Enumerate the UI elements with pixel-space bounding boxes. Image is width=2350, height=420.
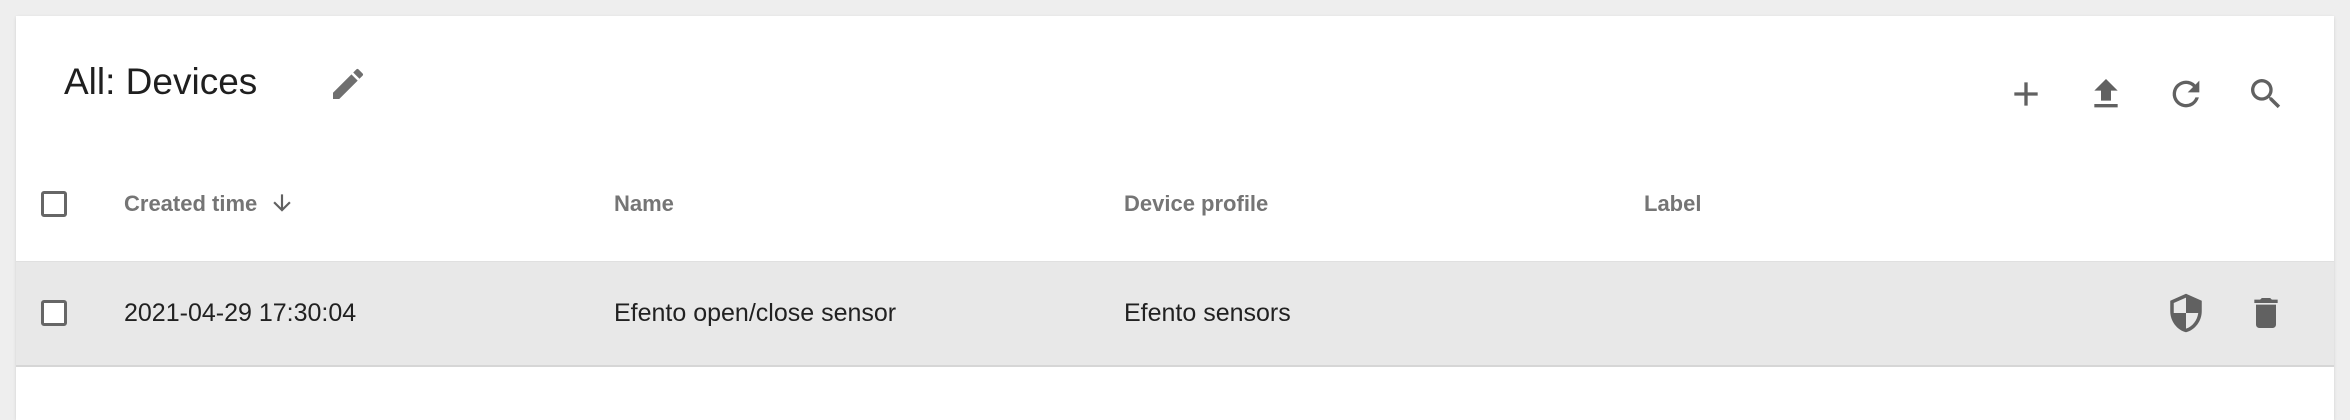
devices-card: All: Devices Created time Name Device pr… bbox=[16, 16, 2334, 420]
import-device-button[interactable] bbox=[2082, 70, 2130, 118]
column-header-name[interactable]: Name bbox=[614, 146, 674, 261]
table-row[interactable]: 2021-04-29 17:30:04 Efento open/close se… bbox=[16, 262, 2334, 367]
column-header-label: Created time bbox=[124, 191, 258, 216]
add-icon bbox=[2014, 82, 2038, 106]
add-device-button[interactable] bbox=[2002, 70, 2050, 118]
table-header: Created time Name Device profile Label bbox=[16, 146, 2334, 262]
search-button[interactable] bbox=[2242, 70, 2290, 118]
manage-credentials-button[interactable] bbox=[2162, 289, 2210, 337]
page-title: All: Devices bbox=[64, 61, 258, 102]
search-icon bbox=[2251, 79, 2281, 109]
delete-device-button[interactable] bbox=[2242, 289, 2290, 337]
edit-title-button[interactable] bbox=[324, 60, 372, 108]
row-checkbox[interactable] bbox=[41, 300, 67, 326]
delete-icon bbox=[2254, 298, 2278, 328]
arrow-down-icon bbox=[273, 194, 292, 212]
column-header-created-time[interactable]: Created time bbox=[124, 146, 295, 261]
upload-icon bbox=[2094, 79, 2118, 108]
shield-icon bbox=[2170, 293, 2202, 333]
table-toolbar: All: Devices bbox=[16, 16, 2334, 146]
column-header-label[interactable]: Label bbox=[1644, 146, 1701, 261]
refresh-icon bbox=[2172, 80, 2200, 108]
column-header-device-profile[interactable]: Device profile bbox=[1124, 146, 1268, 261]
edit-icon bbox=[333, 68, 364, 99]
cell-device-profile: Efento sensors bbox=[1124, 299, 1291, 327]
refresh-button[interactable] bbox=[2162, 70, 2210, 118]
select-all-checkbox[interactable] bbox=[41, 191, 67, 217]
cell-name: Efento open/close sensor bbox=[614, 299, 897, 327]
cell-created-time: 2021-04-29 17:30:04 bbox=[124, 299, 357, 327]
